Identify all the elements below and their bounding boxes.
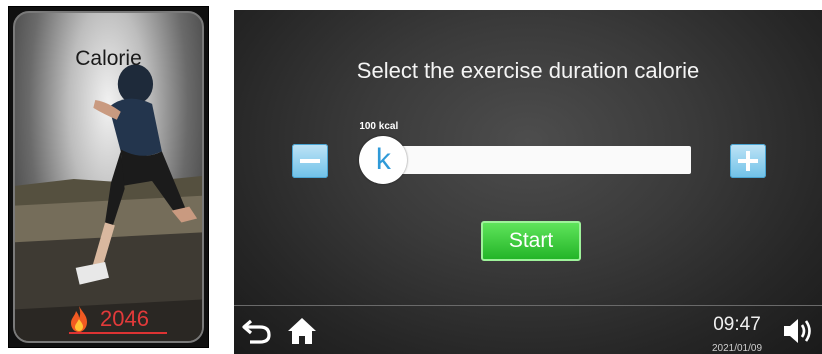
calorie-slider-track[interactable] bbox=[375, 146, 691, 174]
calorie-total: 2046 bbox=[15, 305, 202, 333]
calorie-slider-thumb[interactable]: k bbox=[359, 136, 408, 184]
flame-icon bbox=[71, 306, 88, 332]
footer-divider bbox=[234, 305, 822, 306]
clock-time: 09:47 bbox=[713, 314, 761, 335]
calorie-total-value: 2046 bbox=[100, 306, 149, 331]
page-heading: Select the exercise duration calorie bbox=[356, 58, 700, 83]
value-underline bbox=[69, 332, 167, 334]
home-icon[interactable] bbox=[287, 316, 317, 346]
calorie-mode-card[interactable]: Calorie 2046 bbox=[8, 6, 209, 348]
volume-icon[interactable] bbox=[782, 315, 816, 347]
clock-date: 2021/01/09 bbox=[711, 343, 763, 354]
slider-value-label: 100 kcal bbox=[359, 121, 399, 132]
slider-thumb-letter: k bbox=[375, 143, 391, 176]
calorie-selection-panel: Select the exercise duration calorie 100… bbox=[234, 10, 822, 354]
decrease-button[interactable] bbox=[292, 144, 328, 178]
calorie-card-panel: Calorie 2046 bbox=[13, 11, 204, 343]
card-title: Calorie bbox=[75, 47, 142, 70]
increase-button[interactable] bbox=[730, 144, 766, 178]
back-icon[interactable] bbox=[242, 317, 272, 345]
start-button[interactable]: Start bbox=[481, 221, 581, 261]
